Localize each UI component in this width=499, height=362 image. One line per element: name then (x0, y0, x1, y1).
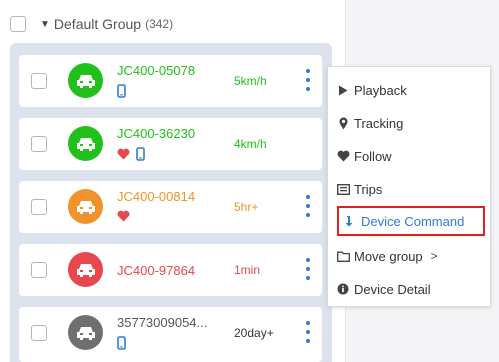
menu-item-label: Tracking (354, 115, 404, 131)
menu-item-follow[interactable]: Follow (336, 141, 482, 171)
device-row[interactable]: JC400-00814 5hr+ (19, 181, 322, 233)
menu-item-device-command[interactable]: Device Command (337, 206, 485, 236)
group-count: (342) (145, 17, 174, 31)
menu-item-tracking[interactable]: Tracking (336, 108, 482, 138)
menu-item-move-group[interactable]: Move group > (336, 241, 482, 271)
car-icon (68, 252, 103, 287)
more-options-icon[interactable] (304, 321, 312, 345)
device-checkbox[interactable] (31, 73, 47, 89)
folder-icon (336, 249, 350, 263)
phone-icon (117, 84, 126, 98)
device-checkbox[interactable] (31, 262, 47, 278)
heart-icon (117, 210, 130, 222)
play-icon (336, 83, 350, 97)
menu-item-label: Move group (354, 248, 423, 264)
device-status: 1min (234, 263, 261, 277)
heart-icon (117, 148, 130, 160)
phone-icon (136, 147, 145, 161)
more-options-icon[interactable] (304, 69, 312, 93)
device-name[interactable]: 35773009054... (117, 315, 207, 330)
menu-item-device-detail[interactable]: Device Detail (336, 274, 482, 304)
chevron-right-icon: > (430, 249, 438, 263)
phone-icon (117, 336, 126, 350)
car-icon (68, 189, 103, 224)
device-name[interactable]: JC400-36230 (117, 126, 195, 141)
device-status: 5hr+ (234, 200, 259, 214)
info-circle-icon (336, 282, 350, 296)
command-arrow-icon (343, 214, 357, 228)
menu-item-label: Playback (354, 82, 407, 98)
menu-item-trips[interactable]: Trips (336, 174, 482, 204)
device-status: 5km/h (234, 74, 267, 88)
device-status: 20day+ (234, 326, 274, 340)
device-name[interactable]: JC400-97864 (117, 263, 195, 278)
heart-icon (336, 149, 350, 163)
device-row[interactable]: JC400-36230 4km/h (19, 118, 322, 170)
list-alt-icon (336, 182, 350, 196)
caret-down-icon[interactable]: ▼ (40, 19, 50, 30)
device-checkbox[interactable] (31, 199, 47, 215)
device-row[interactable]: JC400-05078 5km/h (19, 55, 322, 107)
menu-item-label: Device Detail (354, 281, 431, 297)
car-icon (68, 63, 103, 98)
map-marker-icon (336, 116, 350, 130)
group-header[interactable]: ▼ Default Group (342) (10, 13, 173, 35)
group-checkbox[interactable] (10, 16, 26, 32)
device-name[interactable]: JC400-05078 (117, 63, 195, 78)
menu-item-label: Trips (354, 181, 383, 197)
device-row[interactable]: 35773009054... 20day+ (19, 307, 322, 362)
device-row[interactable]: JC400-97864 1min (19, 244, 322, 296)
car-icon (68, 126, 103, 161)
device-context-menu: Playback Tracking Follow Trips Device Co… (327, 66, 491, 307)
more-options-icon[interactable] (304, 258, 312, 282)
group-name: Default Group (53, 16, 142, 32)
device-status: 4km/h (234, 137, 267, 151)
more-options-icon[interactable] (304, 195, 312, 219)
menu-item-label: Device Command (361, 213, 465, 229)
car-icon (68, 315, 103, 350)
device-checkbox[interactable] (31, 325, 47, 341)
menu-item-label: Follow (354, 148, 392, 164)
device-checkbox[interactable] (31, 136, 47, 152)
menu-item-playback[interactable]: Playback (336, 75, 482, 105)
device-name[interactable]: JC400-00814 (117, 189, 195, 204)
